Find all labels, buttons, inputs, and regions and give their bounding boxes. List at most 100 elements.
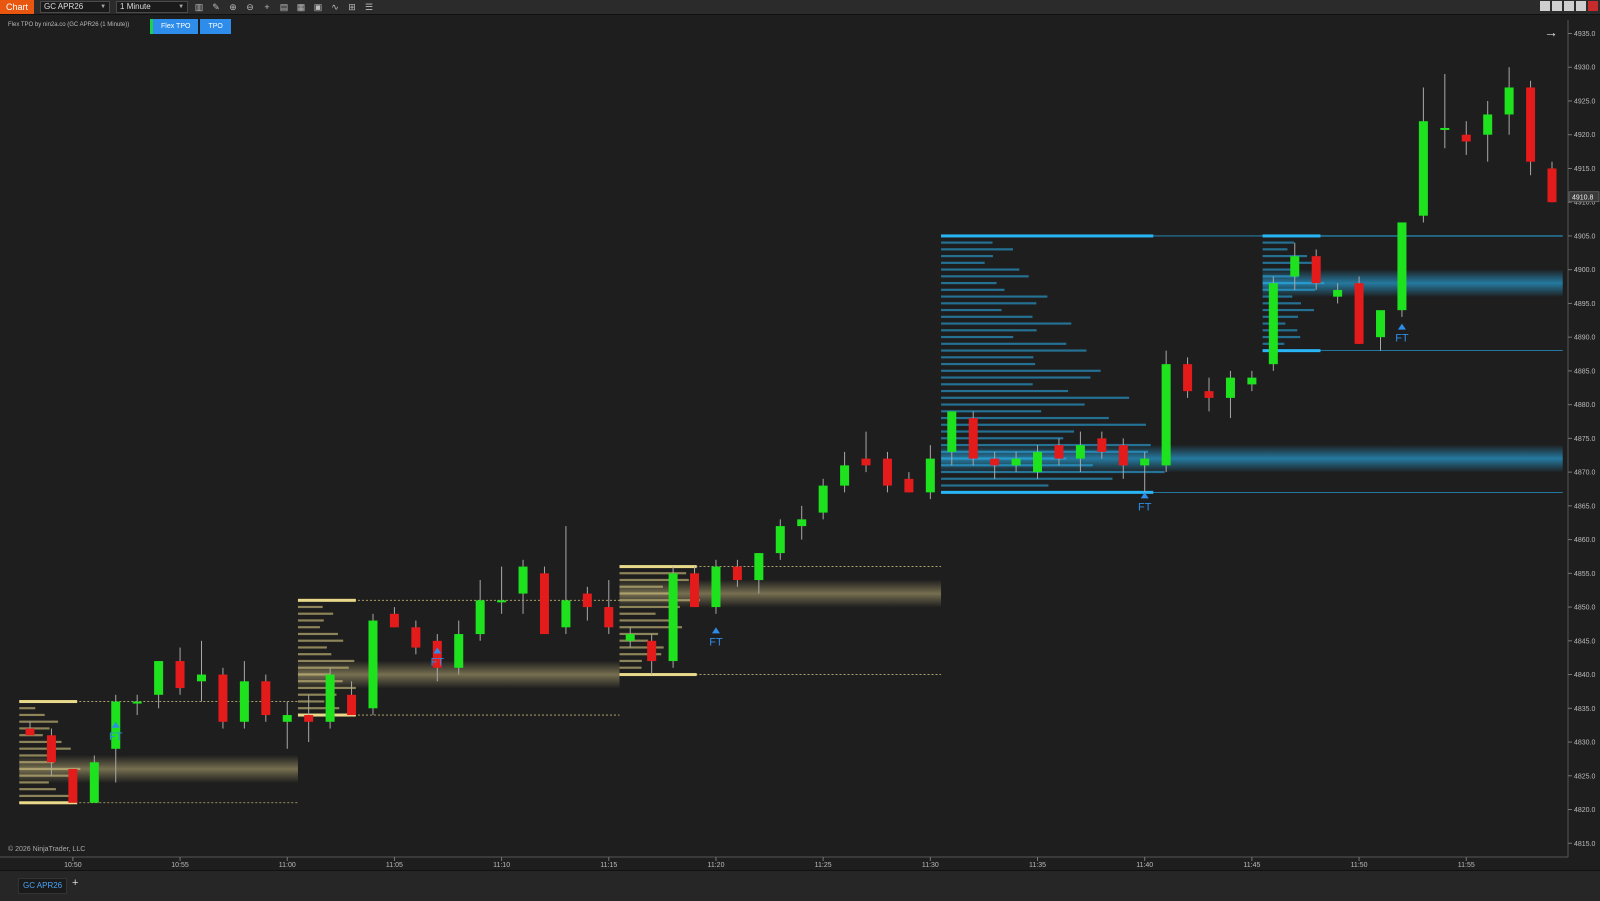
tpo-row [941, 302, 1037, 305]
y-tick-label: 4900.0 [1574, 267, 1596, 274]
candle-body [1247, 377, 1257, 385]
candle-body [1440, 127, 1450, 130]
x-tick-label: 10:55 [171, 862, 189, 869]
candle-body [561, 600, 571, 628]
candle-body [154, 661, 164, 695]
x-tick-label: 11:10 [493, 862, 510, 869]
candle-body [582, 593, 592, 608]
tpo-row [941, 308, 1002, 312]
candle-body [239, 681, 249, 722]
profile-high-bar [619, 565, 697, 569]
x-tick-label: 10:50 [64, 862, 82, 869]
tpo-row [941, 362, 1036, 366]
x-tick-label: 11:55 [1458, 862, 1475, 869]
y-tick-label: 4855.0 [1574, 571, 1596, 578]
tpo-row [619, 646, 664, 649]
candle-body [668, 573, 678, 662]
x-tick-label: 11:50 [1351, 862, 1368, 869]
ft-marker-label: FT [1395, 333, 1409, 345]
tpo-row [941, 275, 1029, 278]
profile-high-bar [1262, 234, 1321, 238]
candle-body [1268, 283, 1278, 365]
price-chart[interactable]: FT FT FT FT FT 4815.0 4820.0 4825.0 4830.0 4835.… [0, 0, 1600, 870]
tpo-row [941, 369, 1101, 372]
copyright-text: © 2026 NinjaTrader, LLC [8, 846, 86, 853]
candle-body [261, 681, 271, 716]
tpo-row [941, 254, 993, 258]
y-tick-label: 4875.0 [1574, 436, 1596, 443]
tpo-row [1262, 329, 1298, 332]
candle-body [1461, 134, 1471, 142]
tpo-row [297, 619, 324, 622]
y-tick-label: 4850.0 [1574, 605, 1596, 612]
candle-body [818, 485, 828, 513]
tpo-row [1262, 315, 1298, 318]
y-tick-label: 4880.0 [1574, 402, 1596, 409]
tpo-row [941, 383, 1033, 386]
y-tick-label: 4835.0 [1574, 706, 1596, 713]
ft-marker-label: FT [109, 731, 123, 743]
profile-low-bar [941, 490, 1154, 494]
profile-high-bar [941, 234, 1154, 238]
tpo-row [941, 248, 1013, 251]
tpo-row [941, 396, 1130, 399]
y-tick-label: 4870.0 [1574, 470, 1596, 477]
candle-body [1161, 364, 1171, 466]
candle-body [1418, 121, 1428, 216]
y-tick-label: 4840.0 [1574, 672, 1596, 679]
candle-body [68, 769, 78, 803]
x-tick-label: 11:40 [1136, 862, 1153, 869]
tpo-row [941, 261, 985, 264]
tpo-row [19, 794, 69, 798]
candle-body [46, 735, 56, 763]
ft-marker-label: FT [431, 657, 445, 669]
poc-extension [619, 579, 942, 608]
y-tick-label: 4815.0 [1574, 841, 1596, 848]
tpo-row [941, 335, 1014, 339]
candle-body [711, 566, 721, 608]
x-tick-label: 11:35 [1029, 862, 1046, 869]
y-tick-label: 4825.0 [1574, 773, 1596, 780]
tpo-row [297, 605, 323, 609]
add-tab-button[interactable]: + [72, 877, 78, 889]
tpo-row [941, 322, 1072, 325]
candle-body [990, 458, 1000, 466]
poc-extension [1262, 269, 1563, 298]
profile-high-bar [297, 598, 356, 602]
candle-body [797, 519, 807, 527]
tpo-row [941, 241, 993, 244]
candle-body [1354, 283, 1364, 344]
tpo-row [1262, 254, 1308, 258]
candle-body [904, 478, 914, 493]
y-tick-label: 4920.0 [1574, 132, 1596, 139]
tpo-row [941, 356, 1034, 359]
tpo-row [297, 632, 338, 636]
last-price-label: 4910.8 [1572, 194, 1594, 201]
x-tick-label: 11:20 [707, 862, 724, 869]
bottom-bar [0, 870, 1600, 901]
candle-body [1183, 364, 1193, 392]
candle-body [947, 411, 957, 452]
instrument-tab[interactable]: GC APR26 [18, 878, 68, 894]
tpo-row [19, 747, 71, 750]
tpo-row [941, 477, 1113, 480]
profile-high-bar [19, 700, 78, 704]
candle-body [861, 458, 871, 466]
candle-body [539, 573, 549, 635]
ft-marker-label: FT [1138, 501, 1152, 513]
y-tick-label: 4865.0 [1574, 503, 1596, 510]
candle-body [732, 566, 742, 581]
tpo-row [619, 632, 659, 636]
tpo-row [619, 666, 642, 669]
tpo-row [1262, 248, 1288, 251]
candle-body [925, 458, 935, 493]
candle-body [282, 715, 292, 722]
x-tick-label: 11:05 [386, 862, 403, 869]
y-tick-label: 4890.0 [1574, 335, 1596, 342]
candle-body [754, 553, 764, 581]
candle-body [132, 701, 142, 704]
candle-body [840, 465, 850, 486]
x-tick-label: 11:30 [922, 862, 939, 869]
candle-body [25, 728, 35, 736]
x-tick-label: 11:00 [279, 862, 296, 869]
